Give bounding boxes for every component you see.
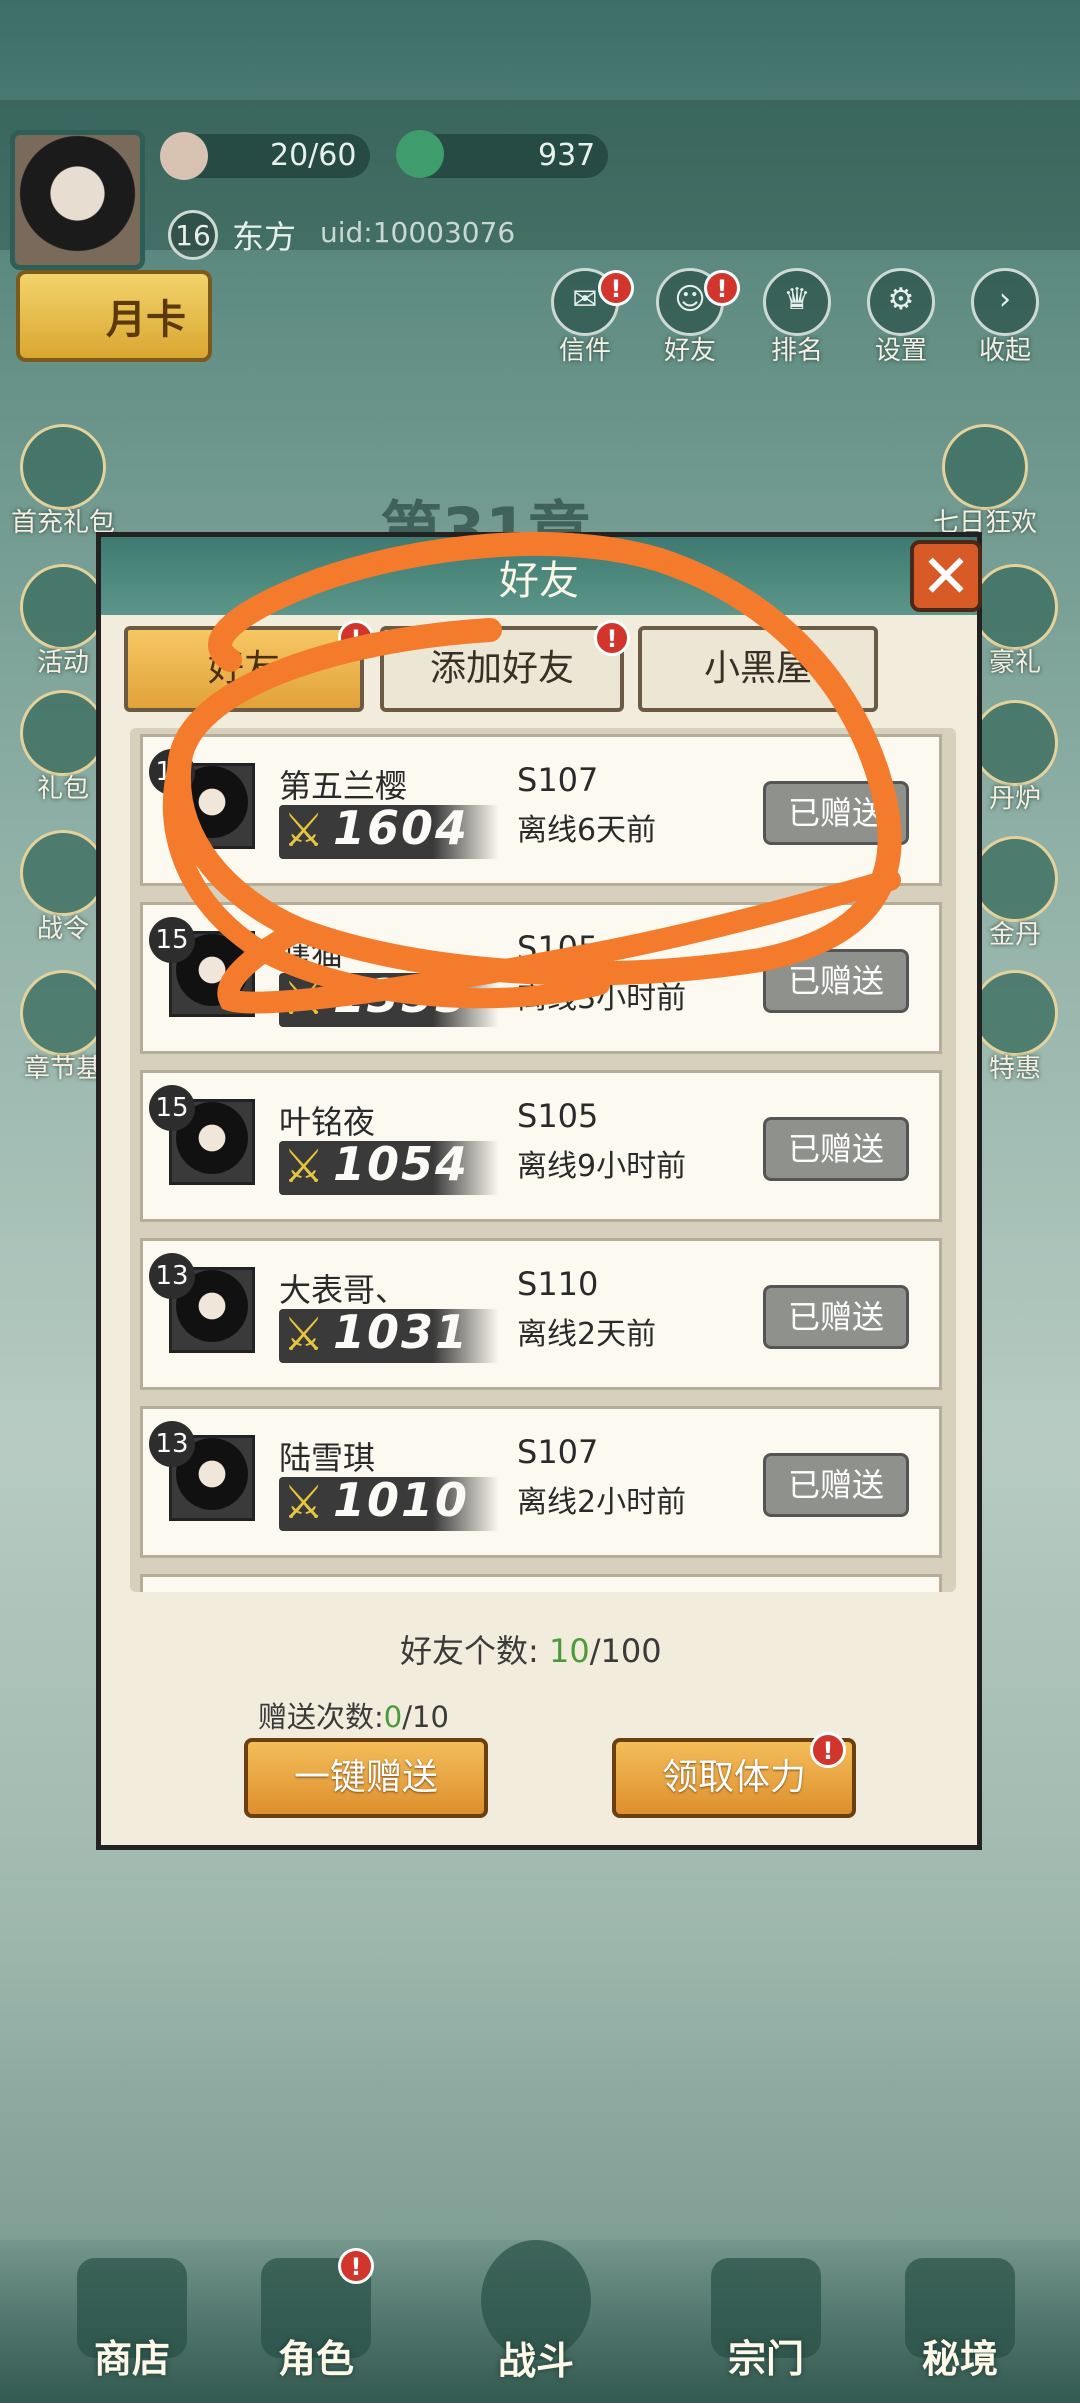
close-button[interactable]: ✕ xyxy=(910,540,982,612)
friend-row[interactable]: 13 陆雪琪 ⚔ 1010 S107 离线2小时前 已赠送 xyxy=(140,1406,942,1558)
friend-row[interactable]: 13 大表哥、 ⚔ 1031 S110 离线2天前 已赠送 xyxy=(140,1238,942,1390)
friend-level-badge: 13 xyxy=(149,1253,195,1299)
friend-power: 1031 xyxy=(333,1305,470,1359)
friend-server: S110 xyxy=(517,1265,599,1303)
player-level-badge: 16 xyxy=(168,210,218,260)
month-card-button[interactable]: 月卡 xyxy=(16,270,212,362)
friend-level-badge: 15 xyxy=(149,917,195,963)
gift-bag-icon xyxy=(20,424,106,510)
crossed-swords-icon: ⚔ xyxy=(283,971,325,1025)
friend-power: 1355 xyxy=(333,969,470,1023)
friend-row[interactable]: 15 瞎猫 ⚔ 1355 S105 离线3小时前 已赠送 xyxy=(140,902,942,1054)
player-uid: uid:10003076 xyxy=(320,216,516,249)
friend-offline-status: 离线6天前 xyxy=(517,813,657,848)
friend-offline-status: 离线2天前 xyxy=(517,1317,657,1352)
crossed-swords-icon: ⚔ xyxy=(283,803,325,857)
gifted-button[interactable]: 已赠送 xyxy=(763,1453,909,1517)
luxury-gift-icon xyxy=(972,564,1058,650)
settings-button[interactable]: ⚙ 设置 xyxy=(866,268,936,367)
friend-offline-status: 离线2小时前 xyxy=(517,1485,687,1520)
friend-server: S107 xyxy=(517,1433,599,1471)
gift-count-current: 0 xyxy=(383,1700,403,1734)
furnace-icon xyxy=(972,700,1058,786)
golden-pill-icon xyxy=(972,836,1058,922)
tab-friends-notification-dot: ! xyxy=(338,620,374,656)
nav-sect-label: 宗门 xyxy=(727,2337,804,2381)
nav-sect[interactable]: 宗门 xyxy=(686,2258,846,2383)
gifted-button[interactable]: 已赠送 xyxy=(763,781,909,845)
nav-shop[interactable]: 商店 xyxy=(52,2258,212,2383)
friend-power: 1054 xyxy=(333,1137,470,1191)
tab-friends[interactable]: 好友 xyxy=(124,626,364,712)
collapse-button[interactable]: › 收起 xyxy=(970,268,1040,367)
tab-add-friend[interactable]: 添加好友 xyxy=(380,626,624,712)
nav-character-label: 角色 xyxy=(277,2337,354,2381)
first-recharge-button[interactable]: 首充礼包 xyxy=(8,424,118,539)
friend-offline-status: 离线9小时前 xyxy=(517,1149,687,1184)
friends-notification-dot: ! xyxy=(704,270,740,306)
gifted-button[interactable]: 已赠送 xyxy=(763,1117,909,1181)
chevron-right-icon: › xyxy=(971,268,1039,336)
crossed-swords-icon: ⚔ xyxy=(283,1307,325,1361)
gear-icon: ⚙ xyxy=(867,268,935,336)
friend-offline-status: 离线3小时前 xyxy=(517,981,687,1016)
friend-row[interactable]: 15 第五兰樱 ⚔ 1604 S107 离线6天前 已赠送 xyxy=(140,734,942,886)
gifted-button[interactable]: 已赠送 xyxy=(763,1285,909,1349)
friend-power: 1604 xyxy=(333,801,470,855)
crossed-swords-icon: ⚔ xyxy=(283,1139,325,1193)
ranking-icon: ♛ xyxy=(763,268,831,336)
jade-dragon-icon xyxy=(396,130,444,178)
friend-count-max: /100 xyxy=(589,1632,662,1670)
nav-character[interactable]: 角色 xyxy=(236,2258,396,2383)
gift-pack-icon xyxy=(20,690,106,776)
friend-level-badge: 13 xyxy=(149,1421,195,1467)
friends-menu-label: 好友 xyxy=(663,336,716,366)
friend-count: 好友个数: 10/100 xyxy=(400,1626,662,1672)
currency-value: 937 xyxy=(538,138,596,173)
mail-notification-dot: ! xyxy=(598,270,634,306)
friend-row[interactable]: 15 叶铭夜 ⚔ 1054 S105 离线9小时前 已赠送 xyxy=(140,1070,942,1222)
activity-icon xyxy=(20,564,106,650)
player-avatar[interactable] xyxy=(10,130,145,270)
gift-count: 赠送次数:0/10 xyxy=(258,1694,449,1736)
peach-icon xyxy=(160,132,208,180)
settings-label: 设置 xyxy=(874,336,927,366)
nav-battle[interactable]: 战斗 xyxy=(456,2240,616,2385)
ranking-button[interactable]: ♛ 排名 xyxy=(762,268,832,367)
gift-count-max: /10 xyxy=(402,1700,449,1734)
friend-power: 1010 xyxy=(333,1473,470,1527)
stamina-value: 20/60 xyxy=(270,138,357,173)
chapter-fund-icon xyxy=(20,970,106,1056)
seven-day-icon xyxy=(942,424,1028,510)
friend-server: S105 xyxy=(517,929,599,967)
nav-battle-label: 战斗 xyxy=(497,2339,574,2383)
nav-shop-label: 商店 xyxy=(93,2337,170,2381)
gift-count-label: 赠送次数: xyxy=(258,1700,384,1734)
nav-secret-realm[interactable]: 秘境 xyxy=(880,2258,1040,2383)
player-name: 东方 xyxy=(232,218,297,256)
crossed-swords-icon: ⚔ xyxy=(283,1475,325,1529)
friend-server: S105 xyxy=(517,1097,599,1135)
battle-pass-icon xyxy=(20,830,106,916)
tab-blacklist[interactable]: 小黑屋 xyxy=(638,626,878,712)
friend-level-badge: 15 xyxy=(149,1085,195,1131)
claim-notification-dot: ! xyxy=(810,1732,846,1768)
nav-secret-realm-label: 秘境 xyxy=(921,2337,998,2381)
friend-row-partial[interactable] xyxy=(140,1574,942,1592)
friend-server: S107 xyxy=(517,761,599,799)
friend-level-badge: 15 xyxy=(149,749,195,795)
collapse-label: 收起 xyxy=(978,336,1031,366)
gifted-button[interactable]: 已赠送 xyxy=(763,949,909,1013)
tab-add-friend-notification-dot: ! xyxy=(594,620,630,656)
seven-day-button[interactable]: 七日狂欢 xyxy=(930,424,1040,539)
friend-count-label: 好友个数: xyxy=(400,1632,539,1670)
friend-count-current: 10 xyxy=(548,1632,590,1670)
dialog-title: 好友 xyxy=(499,558,579,604)
friend-list[interactable]: 15 第五兰樱 ⚔ 1604 S107 离线6天前 已赠送 15 瞎猫 ⚔ 13… xyxy=(130,728,956,1592)
mail-label: 信件 xyxy=(558,336,611,366)
gift-all-button[interactable]: 一键赠送 xyxy=(244,1738,488,1818)
character-notification-dot: ! xyxy=(338,2248,374,2284)
ranking-label: 排名 xyxy=(770,336,823,366)
special-offer-icon xyxy=(972,970,1058,1056)
